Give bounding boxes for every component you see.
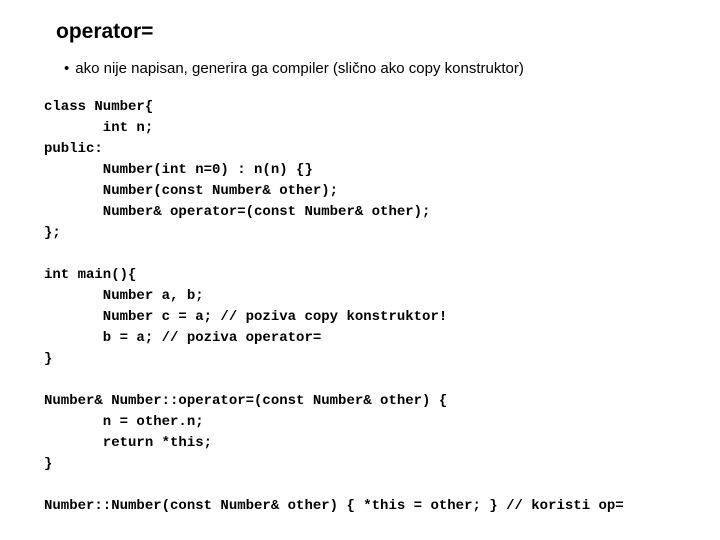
code-line: n = other.n; [44, 414, 204, 430]
code-line: Number(const Number& other); [44, 183, 338, 199]
bullet-text: ako nije napisan, generira ga compiler (… [75, 60, 524, 77]
code-line: Number a, b; [44, 288, 204, 304]
code-line: public: [44, 141, 103, 157]
code-line: }; [44, 225, 61, 241]
code-line: b = a; // poziva operator= [44, 330, 321, 346]
slide-container: operator= • ako nije napisan, generira g… [0, 0, 720, 537]
bullet-dot-icon: • [64, 60, 69, 77]
code-line: int main(){ [44, 267, 136, 283]
code-line: Number(int n=0) : n(n) {} [44, 162, 313, 178]
code-line: int n; [44, 120, 153, 136]
code-line: } [44, 351, 52, 367]
code-line: Number& Number::operator=(const Number& … [44, 393, 447, 409]
slide-title: operator= [56, 20, 678, 44]
bullet-item: • ako nije napisan, generira ga compiler… [64, 60, 678, 77]
code-line: class Number{ [44, 99, 153, 115]
code-line: Number& operator=(const Number& other); [44, 204, 430, 220]
code-block: class Number{ int n; public: Number(int … [44, 97, 678, 517]
code-line: } [44, 456, 52, 472]
code-line: Number::Number(const Number& other) { *t… [44, 498, 624, 514]
code-line: return *this; [44, 435, 212, 451]
code-line: Number c = a; // poziva copy konstruktor… [44, 309, 447, 325]
